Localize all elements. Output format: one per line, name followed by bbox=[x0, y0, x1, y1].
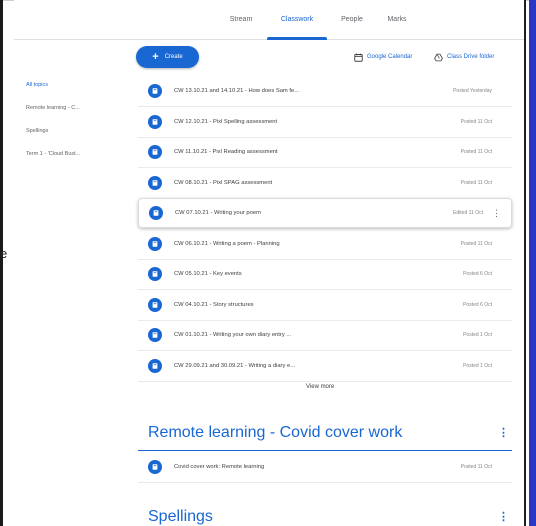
more-options-icon[interactable]: ⋮ bbox=[492, 208, 501, 218]
topic-divider bbox=[138, 450, 512, 451]
active-tab-indicator bbox=[267, 37, 327, 40]
window-border-right bbox=[524, 0, 526, 526]
assignment-status: Posted 6 Oct bbox=[463, 271, 492, 277]
cutoff-text: e bbox=[0, 246, 8, 261]
assignment-status: Posted 1 Oct bbox=[463, 332, 492, 338]
window-border-left bbox=[0, 0, 3, 526]
assignment-icon bbox=[148, 460, 162, 474]
assignment-title: CW 08.10.21 - Pixl SPAG assessment bbox=[174, 180, 273, 186]
assignment-title: Covid cover work: Remote learning bbox=[174, 464, 265, 470]
assignment-row[interactable]: CW 29.09.21 and 30.09.21 - Writing a dia… bbox=[138, 351, 512, 381]
assignment-title: CW 07.10.21 - Writing your poem bbox=[175, 210, 261, 216]
assignment-row[interactable]: CW 05.10.21 - Key events Posted 6 Oct bbox=[138, 259, 512, 289]
sidebar-item-spellings[interactable]: Spellings bbox=[26, 128, 48, 134]
row-divider bbox=[138, 482, 512, 483]
row-divider bbox=[138, 381, 512, 382]
assignment-icon bbox=[148, 267, 162, 281]
classroom-app: Stream Classwork People Marks All topics… bbox=[14, 0, 524, 526]
assignment-title: CW 11.10.21 - Pixl Reading assessment bbox=[174, 149, 278, 155]
assignment-status: Edited 11 Oct bbox=[453, 210, 483, 216]
assignment-title: CW 12.10.21 - Pixl Spelling assessment bbox=[174, 119, 278, 125]
assignment-status: Posted 11 Oct bbox=[460, 149, 492, 155]
assignment-icon bbox=[148, 298, 162, 312]
sidebar-item-all-topics[interactable]: All topics bbox=[26, 82, 48, 88]
topic-assignment-row[interactable]: Covid cover work: Remote learning Posted… bbox=[138, 452, 512, 482]
assignment-row[interactable]: CW 01.10.21 - Writing your own diary ent… bbox=[138, 320, 512, 350]
assignment-status: Posted 11 Oct bbox=[460, 241, 492, 247]
tab-marks[interactable]: Marks bbox=[378, 0, 416, 40]
tab-people[interactable]: People bbox=[332, 0, 372, 40]
calendar-icon bbox=[354, 53, 363, 62]
topic-title-remote-learning: Remote learning - Covid cover work bbox=[148, 424, 403, 441]
assignment-icon bbox=[148, 359, 162, 373]
sidebar-item-term-1[interactable]: Term 1 - 'Cloud Bust... bbox=[26, 151, 80, 157]
create-button[interactable]: + Create bbox=[136, 46, 199, 68]
assignment-title: CW 29.09.21 and 30.09.21 - Writing a dia… bbox=[174, 363, 296, 369]
plus-icon: + bbox=[152, 50, 159, 63]
sidebar-item-remote-learning[interactable]: Remote learning - C... bbox=[26, 105, 80, 111]
google-calendar-link[interactable]: Google Calendar bbox=[354, 50, 412, 64]
assignment-row[interactable]: CW 06.10.21 - Writing a poem - Planning P… bbox=[138, 229, 512, 259]
top-nav: Stream Classwork People Marks bbox=[14, 0, 524, 40]
assignment-icon bbox=[148, 145, 162, 159]
assignment-row[interactable]: CW 08.10.21 - Pixl SPAG assessment Posted… bbox=[138, 168, 512, 198]
assignment-title: CW 01.10.21 - Writing your own diary ent… bbox=[174, 332, 292, 338]
assignment-status: Posted 1 Oct bbox=[463, 363, 492, 369]
assignment-icon bbox=[148, 84, 162, 98]
topic-menu-icon[interactable]: ⋮ bbox=[498, 426, 509, 439]
assignment-title: CW 04.10.21 - Story structures bbox=[174, 302, 254, 308]
assignment-status: Posted 11 Oct bbox=[460, 119, 492, 125]
tab-stream[interactable]: Stream bbox=[220, 0, 262, 40]
tab-classwork[interactable]: Classwork bbox=[267, 0, 327, 40]
assignment-status: Posted 11 Oct bbox=[460, 464, 492, 470]
create-label: Create bbox=[164, 54, 183, 60]
assignment-status: Posted 6 Oct bbox=[463, 302, 492, 308]
assignment-icon bbox=[148, 328, 162, 342]
assignment-icon bbox=[148, 237, 162, 251]
assignment-status: Posted 11 Oct bbox=[460, 180, 492, 186]
topic-menu-icon[interactable]: ⋮ bbox=[498, 510, 509, 523]
view-more-link[interactable]: View more bbox=[306, 384, 334, 390]
assignment-icon bbox=[148, 176, 162, 190]
screen-edge-strip bbox=[529, 0, 536, 526]
drive-icon bbox=[434, 53, 443, 61]
assignment-row[interactable]: CW 11.10.21 - Pixl Reading assessment Pos… bbox=[138, 137, 512, 167]
class-drive-folder-link[interactable]: Class Drive folder bbox=[434, 50, 494, 64]
assignment-row[interactable]: CW 12.10.21 - Pixl Spelling assessment Po… bbox=[138, 107, 512, 137]
assignment-title: CW 05.10.21 - Key events bbox=[174, 271, 242, 277]
assignment-title: CW 13.10.21 and 14.10.21 - How does Sam … bbox=[174, 88, 300, 94]
assignment-title: CW 06.10.21 - Writing a poem - Planning bbox=[174, 241, 280, 247]
assignment-row[interactable]: CW 13.10.21 and 14.10.21 - How does Sam … bbox=[138, 76, 512, 106]
assignment-row[interactable]: CW 04.10.21 - Story structures Posted 6 O… bbox=[138, 290, 512, 320]
topic-title-spellings: Spellings bbox=[148, 508, 213, 525]
assignment-row[interactable]: CW 07.10.21 - Writing your poem Edited 11… bbox=[138, 198, 512, 228]
assignment-status: Posted Yesterday bbox=[453, 88, 492, 94]
assignment-icon bbox=[148, 115, 162, 129]
assignment-icon bbox=[149, 206, 163, 220]
